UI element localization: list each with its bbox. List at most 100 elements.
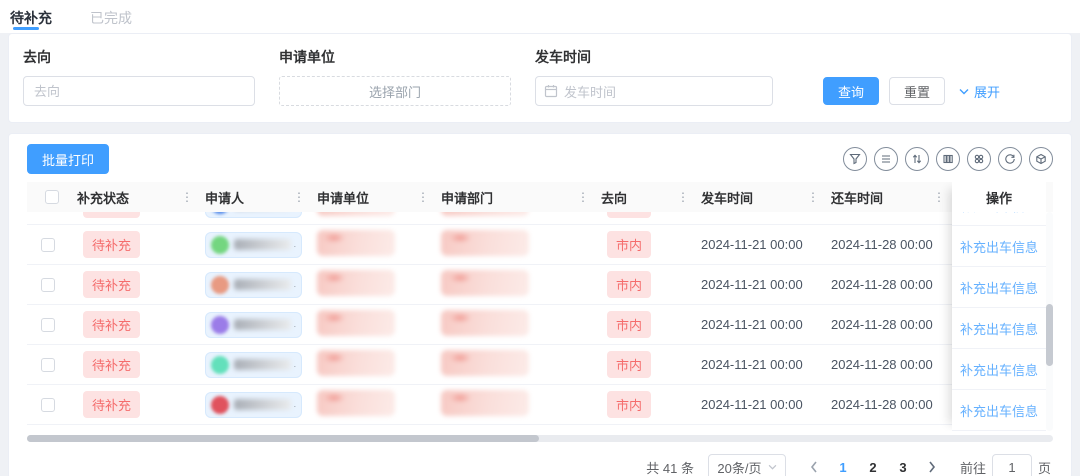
redacted-dept — [441, 270, 529, 296]
goto-label: 前往 — [960, 458, 986, 476]
header-destination: 去向 — [601, 188, 627, 207]
refresh-icon[interactable] — [998, 147, 1022, 171]
row-operation-cell: 补充出车信息 — [952, 308, 1046, 349]
filter-funnel-icon[interactable] — [843, 147, 867, 171]
redacted-applicant-name — [234, 359, 291, 370]
status-badge: 待补充 — [83, 231, 140, 258]
row-checkbox[interactable] — [41, 238, 55, 252]
destination-badge: 市内 — [607, 391, 651, 418]
avatar — [211, 396, 229, 414]
horizontal-scrollbar[interactable] — [27, 435, 1053, 442]
page-3-button[interactable]: 3 — [890, 454, 916, 476]
total-count: 共 41 条 — [646, 458, 694, 476]
filter-destination: 去向 — [23, 47, 255, 106]
goto-page-input[interactable] — [992, 454, 1032, 476]
status-badge: 待补充 — [83, 391, 140, 418]
column-menu-icon[interactable]: ⋮ — [417, 190, 433, 204]
row-checkbox[interactable] — [41, 318, 55, 332]
page-2-button[interactable]: 2 — [860, 454, 886, 476]
column-menu-icon[interactable]: ⋮ — [933, 190, 949, 204]
list-icon[interactable] — [874, 147, 898, 171]
return-time-cell: 2024-11-28 00:00 — [823, 357, 949, 372]
supplement-dispatch-link[interactable]: 补充出车信息 — [960, 278, 1038, 297]
redacted-text-remnant: . — [294, 400, 296, 409]
table-body-viewport: 待补充.市内2024-11-21 00:002024-11-28 00:00京待… — [27, 212, 1053, 431]
filter-depart-time: 发车时间 发车时间 — [535, 47, 773, 106]
vertical-scrollbar-thumb[interactable] — [1046, 304, 1053, 366]
table-row: 待补充.市内2024-11-21 00:002024-11-28 00:00京 — [27, 212, 1053, 225]
redacted-applicant-name — [234, 239, 291, 250]
status-badge: 待补充 — [83, 351, 140, 378]
redacted-dept — [441, 230, 529, 256]
supplement-dispatch-link[interactable]: 补充出车信息 — [960, 237, 1038, 256]
redacted-unit — [317, 212, 395, 216]
destination-badge: 市内 — [607, 271, 651, 298]
calendar-icon — [544, 84, 558, 98]
depart-time-cell: 2024-11-21 00:00 — [693, 317, 823, 332]
column-menu-icon[interactable]: ⋮ — [181, 190, 197, 204]
column-menu-icon[interactable]: ⋮ — [293, 190, 309, 204]
tab-pending[interactable]: 待补充 — [10, 0, 52, 33]
cube-icon[interactable] — [1029, 147, 1053, 171]
unit-label: 申请单位 — [279, 47, 511, 67]
filter-actions: 查询 重置 展开 — [823, 77, 1000, 105]
redacted-applicant-name — [234, 399, 291, 410]
filter-unit: 申请单位 选择部门 — [279, 47, 511, 106]
table-header-row: 补充状态⋮ 申请人⋮ 申请单位⋮ 申请部门⋮ 去向⋮ 发车时间⋮ 还车时间⋮ 车 — [27, 182, 1053, 212]
applicant-pill: . — [205, 392, 302, 418]
depart-time-cell: 2024-11-21 00:00 — [693, 357, 823, 372]
next-page-button[interactable] — [920, 454, 944, 476]
reset-button[interactable]: 重置 — [889, 77, 945, 105]
supplement-dispatch-link[interactable]: 补充出车信息 — [960, 401, 1038, 420]
expand-toggle[interactable]: 展开 — [959, 82, 1000, 101]
redacted-dept — [441, 212, 529, 216]
destination-badge: 市内 — [607, 212, 651, 218]
destination-input[interactable] — [23, 76, 255, 106]
horizontal-scrollbar-thumb[interactable] — [27, 435, 539, 442]
redacted-dept — [441, 390, 529, 416]
columns-icon[interactable] — [936, 147, 960, 171]
table: 补充状态⋮ 申请人⋮ 申请单位⋮ 申请部门⋮ 去向⋮ 发车时间⋮ 还车时间⋮ 车… — [27, 182, 1053, 431]
column-menu-icon[interactable]: ⋮ — [807, 190, 823, 204]
destination-badge: 市内 — [607, 311, 651, 338]
tab-completed[interactable]: 已完成 — [90, 0, 132, 33]
page-size-select[interactable]: 20条/页 — [708, 454, 786, 476]
batch-print-button[interactable]: 批量打印 — [27, 144, 109, 174]
goto-page: 前往 页 — [960, 454, 1051, 476]
column-menu-icon[interactable]: ⋮ — [677, 190, 693, 204]
sort-icon[interactable] — [905, 147, 929, 171]
grid-dots-icon[interactable] — [967, 147, 991, 171]
supplement-dispatch-link[interactable]: 补充出车信息 — [960, 319, 1038, 338]
redacted-dept — [441, 350, 529, 376]
page-1-button[interactable]: 1 — [830, 454, 856, 476]
redacted-unit — [317, 310, 395, 336]
destination-badge: 市内 — [607, 231, 651, 258]
row-checkbox[interactable] — [41, 358, 55, 372]
prev-page-button[interactable] — [802, 454, 826, 476]
search-button[interactable]: 查询 — [823, 77, 879, 105]
supplement-dispatch-link[interactable]: 补充出车信息 — [960, 212, 1038, 215]
unit-select[interactable]: 选择部门 — [279, 76, 511, 106]
header-operation: 操作 — [952, 182, 1046, 212]
pagination: 共 41 条 20条/页 1 2 3 前往 页 — [9, 442, 1071, 476]
tab-bar: 待补充 已完成 — [0, 0, 1080, 33]
row-checkbox[interactable] — [41, 398, 55, 412]
row-checkbox[interactable] — [41, 278, 55, 292]
column-menu-icon[interactable]: ⋮ — [577, 190, 593, 204]
header-depart-time: 发车时间 — [701, 188, 753, 207]
applicant-pill: . — [205, 352, 302, 378]
page-size-value: 20条/页 — [717, 458, 761, 476]
destination-label: 去向 — [23, 47, 255, 67]
depart-time-picker[interactable]: 发车时间 — [535, 76, 773, 106]
avatar — [211, 356, 229, 374]
avatar — [211, 316, 229, 334]
tab-pending-label: 待补充 — [10, 10, 52, 26]
row-operation-cell: 补充出车信息 — [952, 267, 1046, 308]
select-all-checkbox[interactable] — [45, 190, 59, 204]
status-badge: 待补充 — [83, 271, 140, 298]
vertical-scrollbar[interactable] — [1046, 212, 1053, 431]
applicant-pill: . — [205, 212, 302, 218]
header-dept: 申请部门 — [441, 188, 493, 207]
supplement-dispatch-link[interactable]: 补充出车信息 — [960, 360, 1038, 379]
status-badge: 待补充 — [83, 311, 140, 338]
